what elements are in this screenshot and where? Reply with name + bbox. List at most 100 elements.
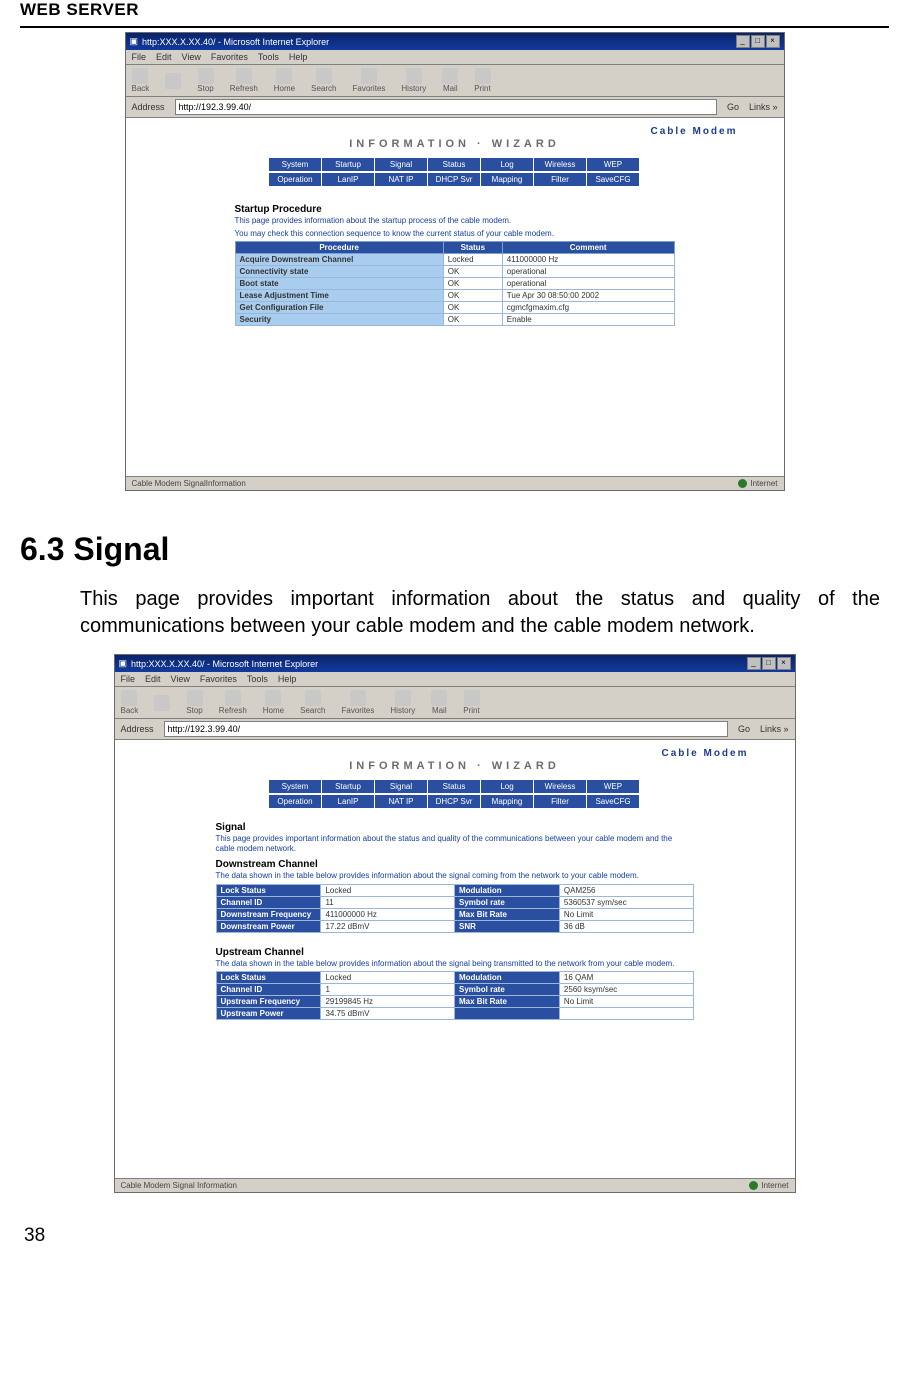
address-input[interactable] [175,99,717,115]
menu-edit[interactable]: Edit [145,674,161,684]
downstream-desc: The data shown in the table below provid… [216,871,694,881]
stop-button[interactable]: Stop [186,690,202,715]
mail-button[interactable]: Mail [431,690,447,715]
nav-wep[interactable]: WEP [587,158,640,171]
menu-edit[interactable]: Edit [156,52,172,62]
nav-lanip[interactable]: LanIP [322,173,375,186]
status-right: Internet [750,479,777,488]
forward-button[interactable] [154,695,170,711]
nav-mapping[interactable]: Mapping [481,795,534,808]
window-titlebar: ▣ http:XXX.X.XX.40/ - Microsoft Internet… [115,655,795,672]
table-row: Channel ID11Symbol rate5360537 sym/sec [216,896,693,908]
nav-lanip[interactable]: LanIP [322,795,375,808]
maximize-button[interactable]: □ [751,35,765,48]
refresh-button[interactable]: Refresh [219,690,247,715]
nav-startup[interactable]: Startup [322,780,375,793]
menu-tools[interactable]: Tools [247,674,268,684]
table-row: SecurityOKEnable [235,314,674,326]
header-rule [20,26,889,28]
nav-system[interactable]: System [269,780,322,793]
table-row: Connectivity stateOKoperational [235,266,674,278]
minimize-button[interactable]: _ [747,657,761,670]
home-button[interactable]: Home [274,68,295,93]
nav-log[interactable]: Log [481,780,534,793]
window-titlebar: ▣ http:XXX.X.XX.40/ - Microsoft Internet… [126,33,784,50]
table-row: Channel ID1Symbol rate2560 ksym/sec [216,984,693,996]
menu-file[interactable]: File [121,674,136,684]
page-header: WEB SERVER [20,0,889,26]
history-button[interactable]: History [401,68,426,93]
maximize-button[interactable]: □ [762,657,776,670]
downstream-title: Downstream Channel [216,859,694,870]
nav-status[interactable]: Status [428,158,481,171]
stop-button[interactable]: Stop [197,68,213,93]
nav-startup[interactable]: Startup [322,158,375,171]
table-row: Upstream Frequency29199845 HzMax Bit Rat… [216,996,693,1008]
nav-natip[interactable]: NAT IP [375,173,428,186]
nav-log[interactable]: Log [481,158,534,171]
menu-file[interactable]: File [132,52,147,62]
menu-favorites[interactable]: Favorites [200,674,237,684]
nav-signal[interactable]: Signal [375,158,428,171]
startup-desc-1: This page provides information about the… [235,216,675,226]
nav-dhcp[interactable]: DHCP Svr [428,795,481,808]
page-number: 38 [20,1193,889,1247]
nav-savecfg[interactable]: SaveCFG [587,795,640,808]
nav-operation[interactable]: Operation [269,795,322,808]
menu-bar: File Edit View Favorites Tools Help [126,50,784,65]
status-bar: Cable Modem SignalInformation Internet [126,476,784,490]
close-button[interactable]: × [766,35,780,48]
favorites-button[interactable]: Favorites [341,690,374,715]
content-area: Cable Modem INFORMATION · WIZARD System … [115,740,795,1178]
nav-savecfg[interactable]: SaveCFG [587,173,640,186]
startup-desc-2: You may check this connection sequence t… [235,229,675,239]
minimize-button[interactable]: _ [736,35,750,48]
history-button[interactable]: History [390,690,415,715]
nav-wireless[interactable]: Wireless [534,780,587,793]
address-input[interactable] [164,721,728,737]
nav-signal[interactable]: Signal [375,780,428,793]
back-button[interactable]: Back [132,68,150,93]
upstream-table: Lock StatusLockedModulation16 QAM Channe… [216,971,694,1020]
col-status: Status [443,242,502,254]
table-row: Lock StatusLockedModulationQAM256 [216,884,693,896]
search-button[interactable]: Search [311,68,336,93]
menu-tools[interactable]: Tools [258,52,279,62]
table-row: Get Configuration FileOKcgmcfgmaxim.cfg [235,302,674,314]
nav-natip[interactable]: NAT IP [375,795,428,808]
table-row: Lease Adjustment TimeOKTue Apr 30 08:50:… [235,290,674,302]
menu-view[interactable]: View [182,52,201,62]
menu-help[interactable]: Help [278,674,297,684]
window-title: http:XXX.X.XX.40/ - Microsoft Internet E… [131,659,318,669]
nav-filter[interactable]: Filter [534,795,587,808]
go-button[interactable]: Go [738,724,750,734]
print-button[interactable]: Print [463,690,479,715]
menu-favorites[interactable]: Favorites [211,52,248,62]
table-row: Acquire Downstream ChannelLocked41100000… [235,254,674,266]
print-button[interactable]: Print [474,68,490,93]
links-label[interactable]: Links » [749,102,778,112]
links-label[interactable]: Links » [760,724,789,734]
close-button[interactable]: × [777,657,791,670]
nav-dhcp[interactable]: DHCP Svr [428,173,481,186]
go-button[interactable]: Go [727,102,739,112]
menu-bar: File Edit View Favorites Tools Help [115,672,795,687]
nav-status[interactable]: Status [428,780,481,793]
nav-system[interactable]: System [269,158,322,171]
nav-mapping[interactable]: Mapping [481,173,534,186]
nav-wireless[interactable]: Wireless [534,158,587,171]
nav-wep[interactable]: WEP [587,780,640,793]
refresh-button[interactable]: Refresh [230,68,258,93]
back-button[interactable]: Back [121,690,139,715]
mail-button[interactable]: Mail [442,68,458,93]
favorites-button[interactable]: Favorites [352,68,385,93]
banner-top: Cable Modem [132,126,778,137]
nav-filter[interactable]: Filter [534,173,587,186]
search-button[interactable]: Search [300,690,325,715]
nav-operation[interactable]: Operation [269,173,322,186]
menu-help[interactable]: Help [289,52,308,62]
home-button[interactable]: Home [263,690,284,715]
signal-desc: This page provides important information… [216,834,694,853]
forward-button[interactable] [165,73,181,89]
menu-view[interactable]: View [171,674,190,684]
